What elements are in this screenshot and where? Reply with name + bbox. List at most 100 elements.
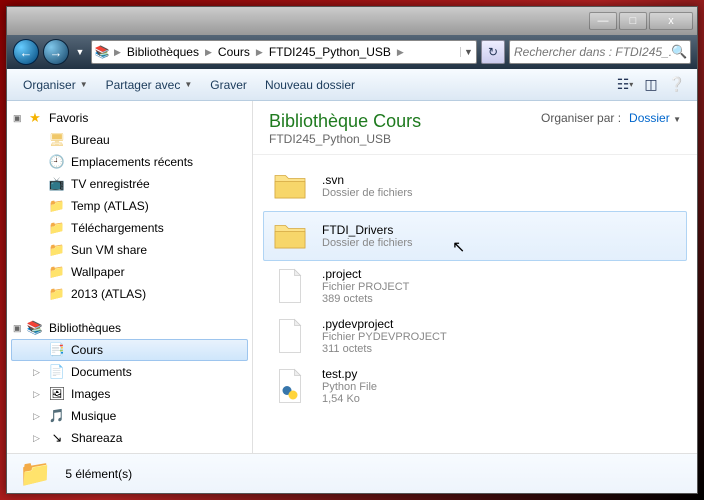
library-icon: 📚 bbox=[27, 320, 43, 336]
status-count: 5 élément(s) bbox=[65, 467, 132, 481]
library-title: Bibliothèque Cours bbox=[269, 111, 541, 132]
file-type: Dossier de fichiers bbox=[322, 187, 412, 199]
sidebar-item[interactable]: ▷📄Documents bbox=[7, 361, 252, 383]
sidebar-item[interactable]: 📺TV enregistrée bbox=[7, 173, 252, 195]
tree-label: Favoris bbox=[49, 111, 88, 125]
tree-label: Bibliothèques bbox=[49, 321, 121, 335]
file-item[interactable]: .projectFichier PROJECT389 octets bbox=[263, 261, 687, 311]
item-icon: 📁 bbox=[49, 264, 65, 280]
sidebar-item[interactable]: 📑Cours bbox=[11, 339, 248, 361]
navigation-bar: ← → ▼ 📚 ▶ Bibliothèques ▶ Cours ▶ FTDI24… bbox=[7, 35, 697, 69]
search-box[interactable]: 🔍 bbox=[509, 40, 691, 64]
chevron-right-icon[interactable]: ▶ bbox=[112, 47, 123, 58]
sidebar-item[interactable]: 🖥Bureau bbox=[7, 129, 252, 151]
titlebar: — □ x bbox=[7, 7, 697, 35]
status-bar: 📁 5 élément(s) bbox=[7, 453, 697, 493]
sidebar-item[interactable]: 🕘 Emplacements récents bbox=[7, 151, 252, 173]
search-input[interactable] bbox=[514, 45, 671, 59]
burn-button[interactable]: Graver bbox=[202, 74, 255, 96]
item-label: Sun VM share bbox=[71, 243, 147, 257]
refresh-button[interactable]: ↻ bbox=[481, 40, 505, 64]
sidebar-item[interactable]: 📁 Wallpaper bbox=[7, 261, 252, 283]
file-name: .project bbox=[322, 267, 409, 281]
item-icon: 🖼 bbox=[49, 386, 65, 402]
organize-button[interactable]: Organiser▼ bbox=[15, 74, 96, 96]
chevron-right-icon[interactable]: ▶ bbox=[203, 47, 214, 58]
item-label: TV enregistrée bbox=[71, 177, 150, 191]
file-list[interactable]: .svnDossier de fichiersFTDI_DriversDossi… bbox=[253, 155, 697, 453]
chevron-right-icon[interactable]: ▶ bbox=[395, 47, 406, 58]
preview-pane-button[interactable]: ◫ bbox=[639, 73, 663, 97]
arrange-value[interactable]: Dossier ▼ bbox=[629, 111, 681, 125]
item-label: Temp (ATLAS) bbox=[71, 199, 149, 213]
item-icon: 📁 bbox=[49, 220, 65, 236]
toolbar: Organiser▼ Partager avec▼ Graver Nouveau… bbox=[7, 69, 697, 101]
maximize-button[interactable]: □ bbox=[619, 12, 647, 30]
arrange-by: Organiser par : Dossier ▼ bbox=[541, 111, 681, 125]
file-item[interactable]: .svnDossier de fichiers bbox=[263, 161, 687, 211]
item-icon: 📁 bbox=[49, 242, 65, 258]
item-icon: 🎵 bbox=[49, 408, 65, 424]
file-size: 1,54 Ko bbox=[322, 393, 377, 405]
file-item[interactable]: .pydevprojectFichier PYDEVPROJECT311 oct… bbox=[263, 311, 687, 361]
search-icon[interactable]: 🔍 bbox=[671, 44, 687, 60]
chevron-right-icon[interactable]: ▶ bbox=[254, 47, 265, 58]
navigation-pane[interactable]: ▣ ★ Favoris 🖥Bureau 🕘 Emplacements récents… bbox=[7, 101, 253, 453]
file-item[interactable]: FTDI_DriversDossier de fichiers ↖ bbox=[263, 211, 687, 261]
file-type: Dossier de fichiers bbox=[322, 237, 412, 249]
collapse-icon[interactable]: ▣ bbox=[13, 113, 22, 124]
library-subtitle: FTDI245_Python_USB bbox=[269, 132, 541, 146]
sidebar-item[interactable]: 📁 Sun VM share bbox=[7, 239, 252, 261]
breadcrumb[interactable]: 📚 ▶ Bibliothèques ▶ Cours ▶ FTDI245_Pyth… bbox=[91, 40, 477, 64]
file-type: Python File bbox=[322, 381, 377, 393]
sidebar-item[interactable]: 📁 Temp (ATLAS) bbox=[7, 195, 252, 217]
item-label: Cours bbox=[71, 343, 103, 357]
view-button[interactable]: ☷ ▾ bbox=[613, 73, 637, 97]
favorites-header[interactable]: ▣ ★ Favoris bbox=[7, 107, 252, 129]
folder-icon bbox=[272, 168, 308, 204]
breadcrumb-part[interactable]: Bibliothèques bbox=[123, 41, 203, 63]
chevron-down-icon: ▼ bbox=[80, 80, 88, 89]
minimize-button[interactable]: — bbox=[589, 12, 617, 30]
back-button[interactable]: ← bbox=[13, 39, 39, 65]
close-button[interactable]: x bbox=[649, 12, 693, 30]
breadcrumb-part[interactable]: FTDI245_Python_USB bbox=[265, 41, 395, 63]
python-file-icon bbox=[275, 367, 305, 405]
item-icon: 📁 bbox=[49, 286, 65, 302]
collapse-icon[interactable]: ▣ bbox=[13, 323, 22, 334]
breadcrumb-part[interactable]: Cours bbox=[214, 41, 254, 63]
expand-icon[interactable]: ▷ bbox=[33, 433, 40, 444]
star-icon: ★ bbox=[27, 110, 43, 126]
new-folder-button[interactable]: Nouveau dossier bbox=[257, 74, 363, 96]
breadcrumb-dropdown[interactable]: ▼ bbox=[460, 47, 476, 57]
expand-icon[interactable]: ▷ bbox=[33, 367, 40, 378]
file-name: .pydevproject bbox=[322, 317, 447, 331]
item-icon: 🕘 bbox=[49, 154, 65, 170]
item-label: Bureau bbox=[71, 133, 110, 147]
item-label: Emplacements récents bbox=[71, 155, 193, 169]
forward-button[interactable]: → bbox=[43, 39, 69, 65]
sidebar-item[interactable]: ▷🎵Musique bbox=[7, 405, 252, 427]
chevron-down-icon: ▼ bbox=[673, 115, 681, 124]
history-dropdown[interactable]: ▼ bbox=[73, 42, 87, 62]
item-label: Wallpaper bbox=[71, 265, 125, 279]
libraries-header[interactable]: ▣ 📚 Bibliothèques bbox=[7, 317, 252, 339]
file-name: FTDI_Drivers bbox=[322, 223, 412, 237]
expand-icon[interactable]: ▷ bbox=[33, 389, 40, 400]
sidebar-item[interactable]: ▷↘Shareaza bbox=[7, 427, 252, 449]
file-item[interactable]: test.pyPython File1,54 Ko bbox=[263, 361, 687, 411]
file-type: Fichier PYDEVPROJECT bbox=[322, 331, 447, 343]
item-label: Documents bbox=[71, 365, 132, 379]
sidebar-item[interactable]: 📁2013 (ATLAS) bbox=[7, 283, 252, 305]
sidebar-item[interactable]: 📁Téléchargements bbox=[7, 217, 252, 239]
item-icon: 📁 bbox=[49, 198, 65, 214]
sidebar-item[interactable]: ▷🖼Images bbox=[7, 383, 252, 405]
chevron-down-icon: ▼ bbox=[184, 80, 192, 89]
file-name: .svn bbox=[322, 173, 412, 187]
help-button[interactable]: ❔ bbox=[665, 73, 689, 97]
share-button[interactable]: Partager avec▼ bbox=[98, 74, 201, 96]
cursor-icon: ↖ bbox=[452, 237, 465, 257]
item-label: Shareaza bbox=[71, 431, 122, 445]
arrange-label: Organiser par : bbox=[541, 111, 621, 125]
expand-icon[interactable]: ▷ bbox=[33, 411, 40, 422]
